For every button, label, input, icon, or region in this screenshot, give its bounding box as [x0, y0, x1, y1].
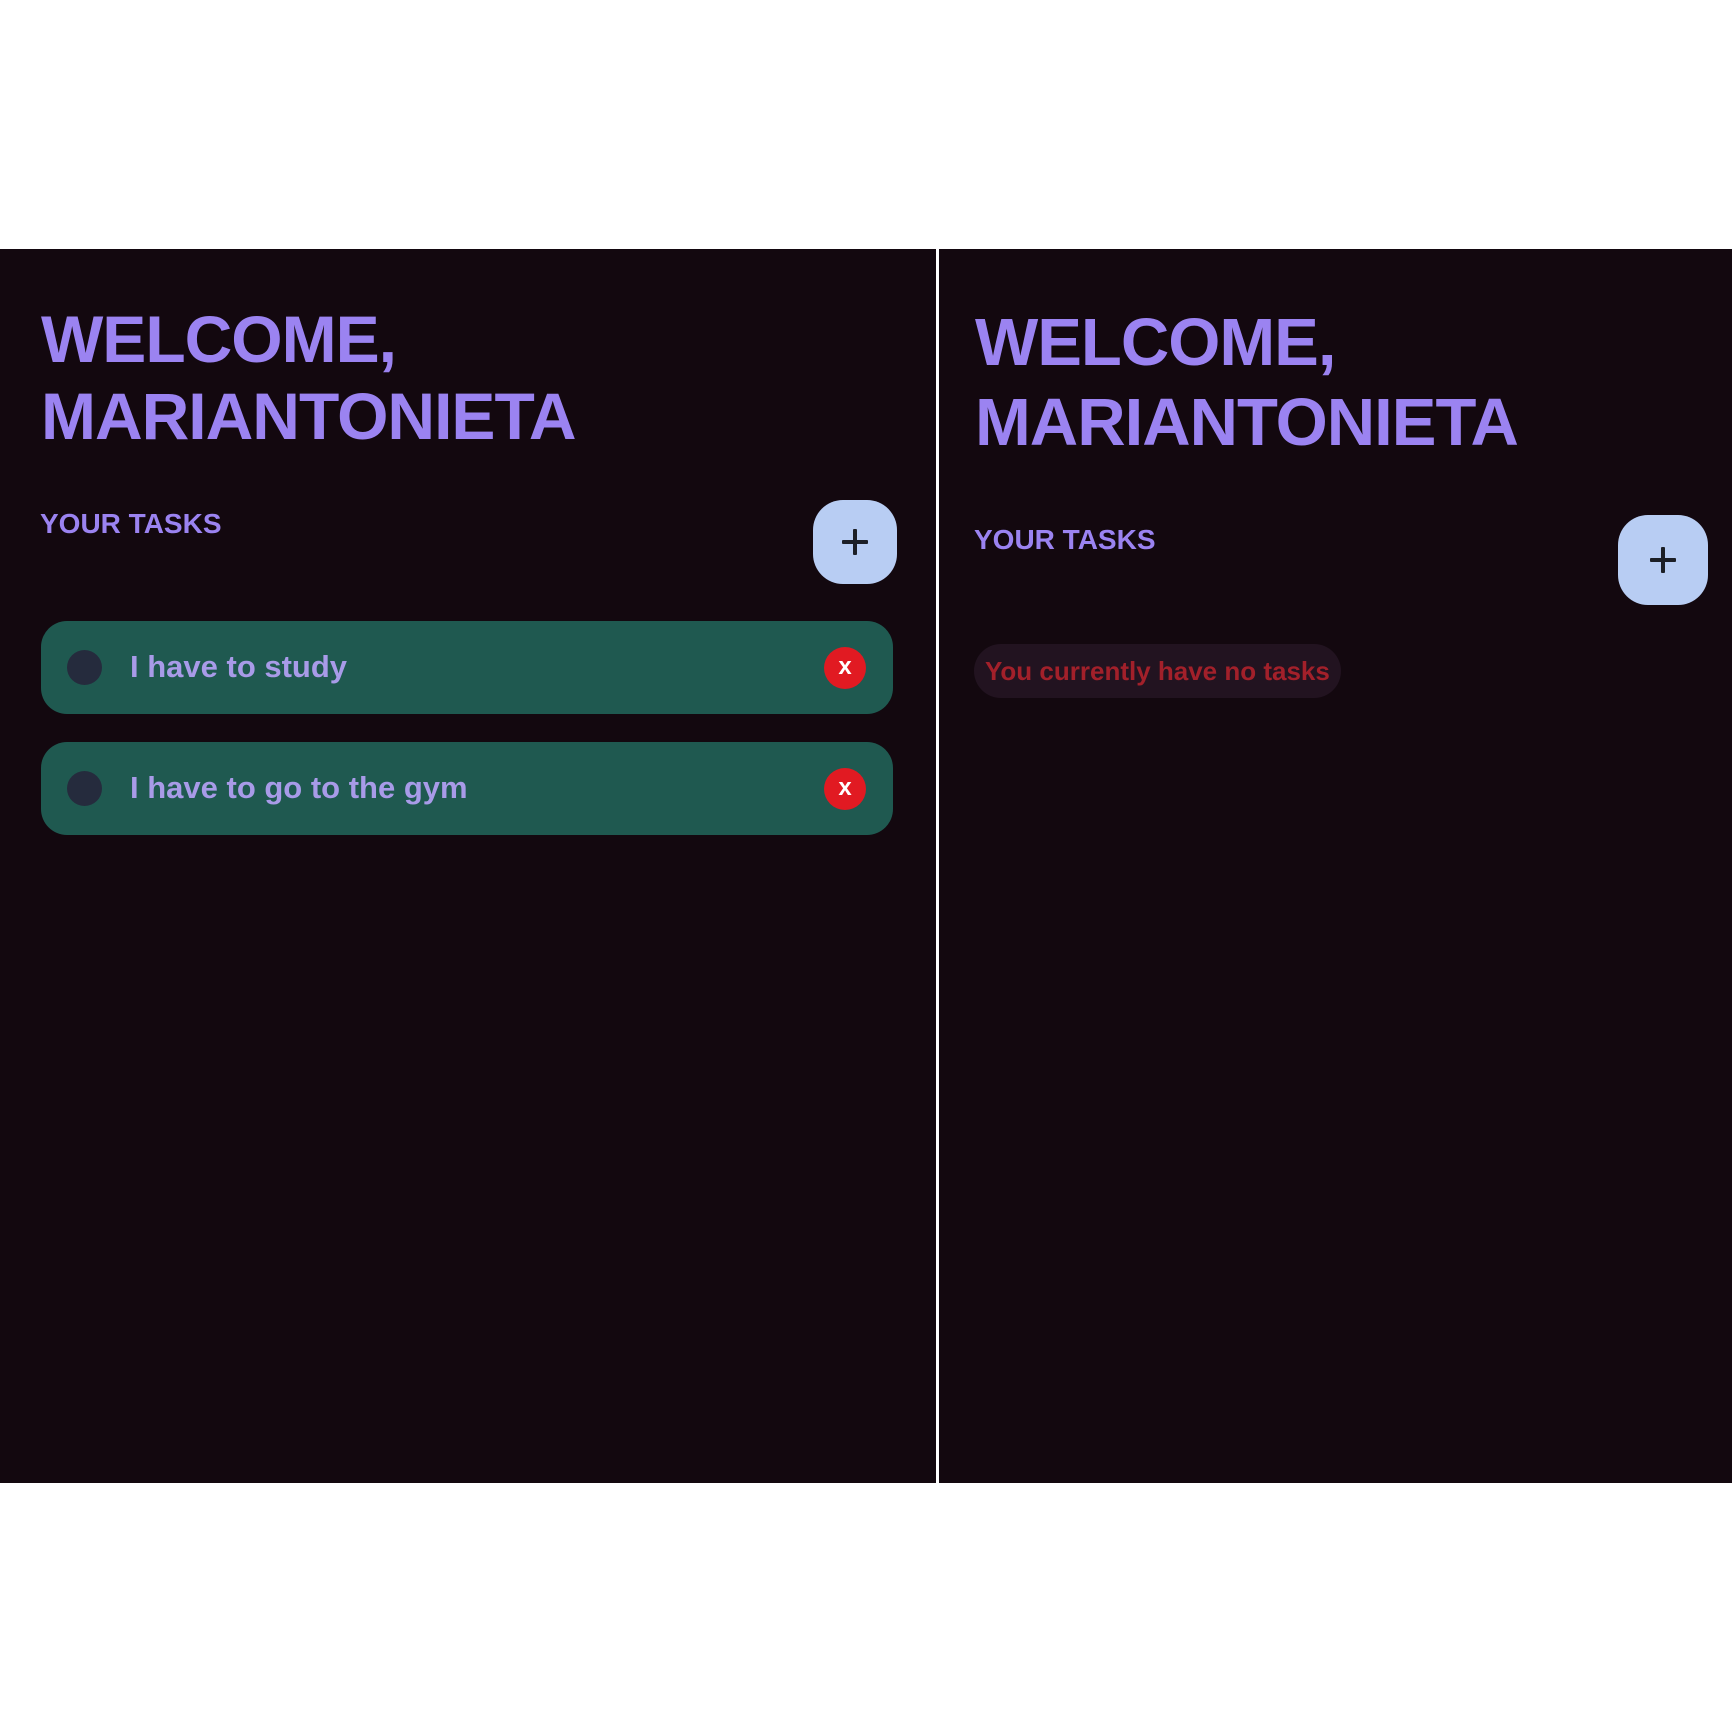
screen-with-tasks: WELCOME, MARIANTONIETA YOUR TASKS I have…: [0, 249, 936, 1483]
add-task-button[interactable]: [1618, 515, 1708, 605]
welcome-line-1: WELCOME,: [41, 302, 397, 376]
screen-empty-state: WELCOME, MARIANTONIETA YOUR TASKS You cu…: [939, 249, 1732, 1483]
welcome-heading: WELCOME, MARIANTONIETA: [975, 303, 1519, 463]
task-complete-checkbox[interactable]: [67, 650, 102, 685]
plus-icon: [1650, 547, 1676, 573]
task-item: I have to go to the gym x: [41, 742, 893, 835]
user-name: MARIANTONIETA: [975, 385, 1519, 460]
plus-icon: [842, 529, 868, 555]
empty-tasks-message: You currently have no tasks: [974, 644, 1341, 698]
your-tasks-label: YOUR TASKS: [974, 524, 1156, 555]
task-item: I have to study x: [41, 621, 893, 714]
welcome-heading: WELCOME, MARIANTONIETA: [41, 301, 577, 455]
task-list: I have to study x I have to go to the gy…: [41, 621, 893, 863]
task-text: I have to study: [130, 649, 348, 684]
user-name: MARIANTONIETA: [41, 379, 577, 453]
welcome-line-1: WELCOME,: [975, 305, 1336, 380]
delete-task-button[interactable]: x: [824, 768, 866, 810]
task-text: I have to go to the gym: [130, 770, 468, 805]
add-task-button[interactable]: [813, 500, 897, 584]
your-tasks-label: YOUR TASKS: [40, 508, 222, 539]
delete-task-button[interactable]: x: [824, 647, 866, 689]
task-complete-checkbox[interactable]: [67, 771, 102, 806]
